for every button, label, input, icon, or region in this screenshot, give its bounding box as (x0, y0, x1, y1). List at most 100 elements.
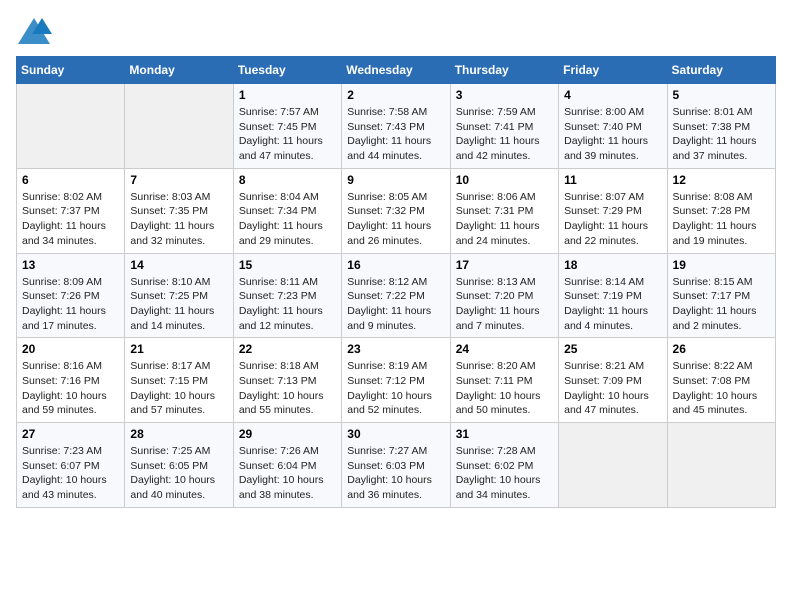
cell-content: Sunrise: 7:59 AM Sunset: 7:41 PM Dayligh… (456, 105, 553, 164)
calendar-cell (17, 84, 125, 169)
calendar-week-1: 1 Sunrise: 7:57 AM Sunset: 7:45 PM Dayli… (17, 84, 776, 169)
daylight: Daylight: 10 hours and 50 minutes. (456, 390, 541, 417)
sunrise: Sunrise: 8:04 AM (239, 191, 319, 203)
calendar-week-3: 13 Sunrise: 8:09 AM Sunset: 7:26 PM Dayl… (17, 253, 776, 338)
cell-content: Sunrise: 8:13 AM Sunset: 7:20 PM Dayligh… (456, 275, 553, 334)
day-number: 6 (22, 173, 119, 187)
sunset: Sunset: 7:16 PM (22, 375, 100, 387)
sunrise: Sunrise: 8:05 AM (347, 191, 427, 203)
page-header (16, 16, 776, 46)
day-number: 18 (564, 258, 661, 272)
calendar-cell (559, 423, 667, 508)
daylight: Daylight: 11 hours and 17 minutes. (22, 305, 106, 332)
cell-content: Sunrise: 8:00 AM Sunset: 7:40 PM Dayligh… (564, 105, 661, 164)
daylight: Daylight: 10 hours and 36 minutes. (347, 474, 432, 501)
calendar-cell: 23 Sunrise: 8:19 AM Sunset: 7:12 PM Dayl… (342, 338, 450, 423)
daylight: Daylight: 11 hours and 12 minutes. (239, 305, 323, 332)
sunset: Sunset: 6:07 PM (22, 460, 100, 472)
calendar-cell: 10 Sunrise: 8:06 AM Sunset: 7:31 PM Dayl… (450, 168, 558, 253)
cell-content: Sunrise: 8:12 AM Sunset: 7:22 PM Dayligh… (347, 275, 444, 334)
calendar-cell: 6 Sunrise: 8:02 AM Sunset: 7:37 PM Dayli… (17, 168, 125, 253)
cell-content: Sunrise: 7:58 AM Sunset: 7:43 PM Dayligh… (347, 105, 444, 164)
sunrise: Sunrise: 8:06 AM (456, 191, 536, 203)
sunrise: Sunrise: 7:58 AM (347, 106, 427, 118)
day-number: 15 (239, 258, 336, 272)
sunrise: Sunrise: 8:14 AM (564, 276, 644, 288)
sunrise: Sunrise: 8:17 AM (130, 360, 210, 372)
cell-content: Sunrise: 8:17 AM Sunset: 7:15 PM Dayligh… (130, 359, 227, 418)
day-number: 26 (673, 342, 770, 356)
day-number: 31 (456, 427, 553, 441)
day-number: 21 (130, 342, 227, 356)
calendar-cell: 9 Sunrise: 8:05 AM Sunset: 7:32 PM Dayli… (342, 168, 450, 253)
weekday-header-friday: Friday (559, 57, 667, 84)
sunrise: Sunrise: 8:16 AM (22, 360, 102, 372)
cell-content: Sunrise: 8:01 AM Sunset: 7:38 PM Dayligh… (673, 105, 770, 164)
calendar-cell: 18 Sunrise: 8:14 AM Sunset: 7:19 PM Dayl… (559, 253, 667, 338)
daylight: Daylight: 11 hours and 32 minutes. (130, 220, 214, 247)
sunrise: Sunrise: 8:12 AM (347, 276, 427, 288)
daylight: Daylight: 11 hours and 34 minutes. (22, 220, 106, 247)
day-number: 24 (456, 342, 553, 356)
day-number: 14 (130, 258, 227, 272)
sunrise: Sunrise: 7:25 AM (130, 445, 210, 457)
calendar-week-2: 6 Sunrise: 8:02 AM Sunset: 7:37 PM Dayli… (17, 168, 776, 253)
daylight: Daylight: 11 hours and 19 minutes. (673, 220, 757, 247)
sunrise: Sunrise: 7:27 AM (347, 445, 427, 457)
sunset: Sunset: 7:35 PM (130, 205, 208, 217)
day-number: 7 (130, 173, 227, 187)
cell-content: Sunrise: 8:10 AM Sunset: 7:25 PM Dayligh… (130, 275, 227, 334)
day-number: 13 (22, 258, 119, 272)
cell-content: Sunrise: 7:57 AM Sunset: 7:45 PM Dayligh… (239, 105, 336, 164)
calendar-cell: 26 Sunrise: 8:22 AM Sunset: 7:08 PM Dayl… (667, 338, 775, 423)
day-number: 9 (347, 173, 444, 187)
daylight: Daylight: 11 hours and 9 minutes. (347, 305, 431, 332)
cell-content: Sunrise: 8:20 AM Sunset: 7:11 PM Dayligh… (456, 359, 553, 418)
sunset: Sunset: 7:15 PM (130, 375, 208, 387)
calendar-week-4: 20 Sunrise: 8:16 AM Sunset: 7:16 PM Dayl… (17, 338, 776, 423)
sunset: Sunset: 7:17 PM (673, 290, 751, 302)
cell-content: Sunrise: 8:22 AM Sunset: 7:08 PM Dayligh… (673, 359, 770, 418)
day-number: 2 (347, 88, 444, 102)
day-number: 1 (239, 88, 336, 102)
weekday-header-saturday: Saturday (667, 57, 775, 84)
sunset: Sunset: 7:09 PM (564, 375, 642, 387)
sunset: Sunset: 7:26 PM (22, 290, 100, 302)
sunrise: Sunrise: 8:21 AM (564, 360, 644, 372)
daylight: Daylight: 11 hours and 39 minutes. (564, 135, 648, 162)
sunrise: Sunrise: 8:19 AM (347, 360, 427, 372)
cell-content: Sunrise: 8:08 AM Sunset: 7:28 PM Dayligh… (673, 190, 770, 249)
calendar-week-5: 27 Sunrise: 7:23 AM Sunset: 6:07 PM Dayl… (17, 423, 776, 508)
daylight: Daylight: 11 hours and 24 minutes. (456, 220, 540, 247)
sunset: Sunset: 7:45 PM (239, 121, 317, 133)
calendar-cell: 4 Sunrise: 8:00 AM Sunset: 7:40 PM Dayli… (559, 84, 667, 169)
daylight: Daylight: 10 hours and 47 minutes. (564, 390, 649, 417)
sunrise: Sunrise: 7:26 AM (239, 445, 319, 457)
daylight: Daylight: 10 hours and 43 minutes. (22, 474, 107, 501)
day-number: 12 (673, 173, 770, 187)
day-number: 4 (564, 88, 661, 102)
day-number: 23 (347, 342, 444, 356)
sunset: Sunset: 7:20 PM (456, 290, 534, 302)
daylight: Daylight: 10 hours and 40 minutes. (130, 474, 215, 501)
calendar-header: SundayMondayTuesdayWednesdayThursdayFrid… (17, 57, 776, 84)
cell-content: Sunrise: 8:03 AM Sunset: 7:35 PM Dayligh… (130, 190, 227, 249)
sunrise: Sunrise: 8:00 AM (564, 106, 644, 118)
calendar-cell: 20 Sunrise: 8:16 AM Sunset: 7:16 PM Dayl… (17, 338, 125, 423)
calendar-cell: 29 Sunrise: 7:26 AM Sunset: 6:04 PM Dayl… (233, 423, 341, 508)
sunrise: Sunrise: 8:03 AM (130, 191, 210, 203)
sunrise: Sunrise: 7:28 AM (456, 445, 536, 457)
day-number: 25 (564, 342, 661, 356)
calendar-cell: 7 Sunrise: 8:03 AM Sunset: 7:35 PM Dayli… (125, 168, 233, 253)
daylight: Daylight: 11 hours and 4 minutes. (564, 305, 648, 332)
calendar-table: SundayMondayTuesdayWednesdayThursdayFrid… (16, 56, 776, 508)
cell-content: Sunrise: 8:05 AM Sunset: 7:32 PM Dayligh… (347, 190, 444, 249)
daylight: Daylight: 10 hours and 55 minutes. (239, 390, 324, 417)
calendar-cell: 27 Sunrise: 7:23 AM Sunset: 6:07 PM Dayl… (17, 423, 125, 508)
calendar-cell: 31 Sunrise: 7:28 AM Sunset: 6:02 PM Dayl… (450, 423, 558, 508)
cell-content: Sunrise: 8:09 AM Sunset: 7:26 PM Dayligh… (22, 275, 119, 334)
cell-content: Sunrise: 7:25 AM Sunset: 6:05 PM Dayligh… (130, 444, 227, 503)
weekday-header-wednesday: Wednesday (342, 57, 450, 84)
cell-content: Sunrise: 7:27 AM Sunset: 6:03 PM Dayligh… (347, 444, 444, 503)
calendar-cell: 24 Sunrise: 8:20 AM Sunset: 7:11 PM Dayl… (450, 338, 558, 423)
